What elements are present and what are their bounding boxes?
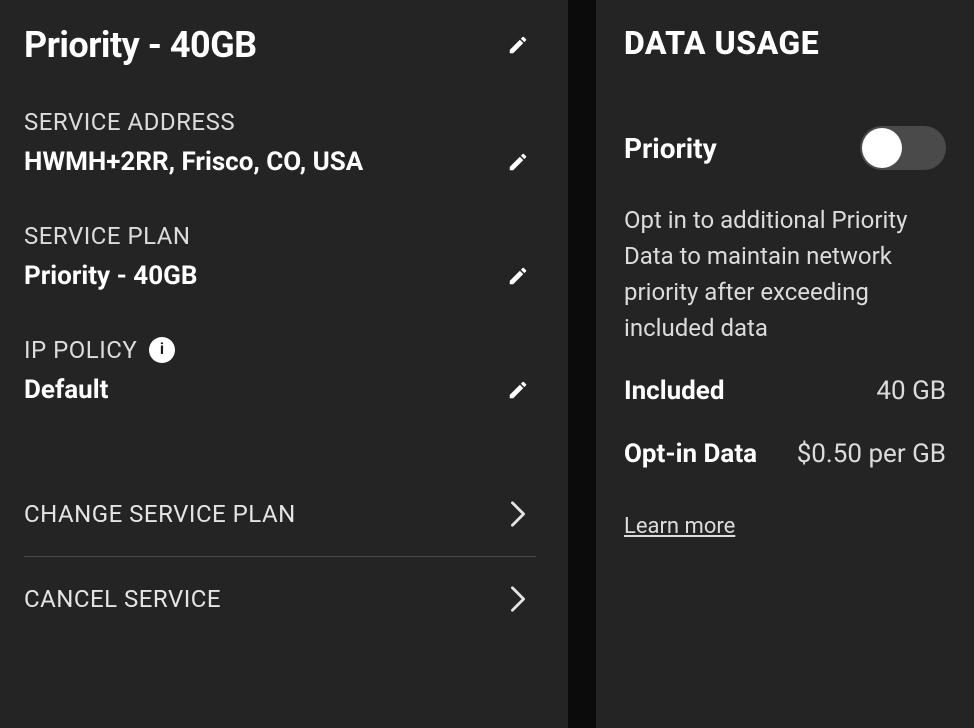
cancel-service-label: CANCEL SERVICE — [24, 585, 221, 613]
priority-toggle[interactable] — [860, 126, 946, 170]
edit-service-plan-button[interactable] — [500, 258, 536, 294]
ip-policy-label: IP POLICY — [24, 336, 137, 364]
service-plan-value: Priority - 40GB — [24, 261, 197, 291]
info-icon[interactable]: i — [149, 337, 175, 363]
edit-service-address-button[interactable] — [500, 144, 536, 180]
edit-plan-title-button[interactable] — [500, 27, 536, 63]
optin-data-label: Opt-in Data — [624, 437, 757, 472]
pencil-icon — [507, 34, 529, 56]
learn-more-link[interactable]: Learn more — [624, 514, 735, 539]
service-address-label: SERVICE ADDRESS — [24, 108, 536, 136]
edit-ip-policy-button[interactable] — [500, 372, 536, 408]
service-plan-label: SERVICE PLAN — [24, 222, 536, 250]
toggle-knob — [862, 128, 902, 168]
service-address-value: HWMH+2RR, Frisco, CO, USA — [24, 147, 363, 177]
chevron-right-icon — [500, 496, 536, 532]
included-data-value: 40 GB — [876, 374, 946, 409]
ip-policy-section: IP POLICY i Default — [24, 336, 536, 408]
change-service-plan-label: CHANGE SERVICE PLAN — [24, 500, 296, 528]
priority-toggle-row: Priority — [624, 126, 946, 170]
action-list: CHANGE SERVICE PLAN CANCEL SERVICE — [24, 472, 536, 641]
cancel-service-button[interactable]: CANCEL SERVICE — [24, 556, 536, 641]
pencil-icon — [507, 265, 529, 287]
included-data-row: Included 40 GB — [624, 374, 946, 409]
priority-hint: Opt in to additional Priority Data to ma… — [624, 202, 946, 346]
included-data-label: Included — [624, 374, 724, 409]
change-service-plan-button[interactable]: CHANGE SERVICE PLAN — [24, 472, 536, 556]
data-usage-title: DATA USAGE — [624, 24, 946, 62]
chevron-right-icon — [500, 581, 536, 617]
panel-divider — [568, 0, 596, 728]
service-plan-section: SERVICE PLAN Priority - 40GB — [24, 222, 536, 294]
priority-toggle-label: Priority — [624, 132, 717, 165]
pencil-icon — [507, 151, 529, 173]
plan-title: Priority - 40GB — [24, 24, 257, 66]
pencil-icon — [507, 379, 529, 401]
service-details-panel: Priority - 40GB SERVICE ADDRESS HWMH+2RR… — [0, 0, 568, 728]
ip-policy-value: Default — [24, 375, 108, 405]
optin-data-value: $0.50 per GB — [797, 437, 946, 472]
data-usage-panel: DATA USAGE Priority Opt in to additional… — [596, 0, 974, 728]
plan-title-row: Priority - 40GB — [24, 24, 536, 66]
service-address-section: SERVICE ADDRESS HWMH+2RR, Frisco, CO, US… — [24, 108, 536, 180]
optin-data-row: Opt-in Data $0.50 per GB — [624, 437, 946, 472]
